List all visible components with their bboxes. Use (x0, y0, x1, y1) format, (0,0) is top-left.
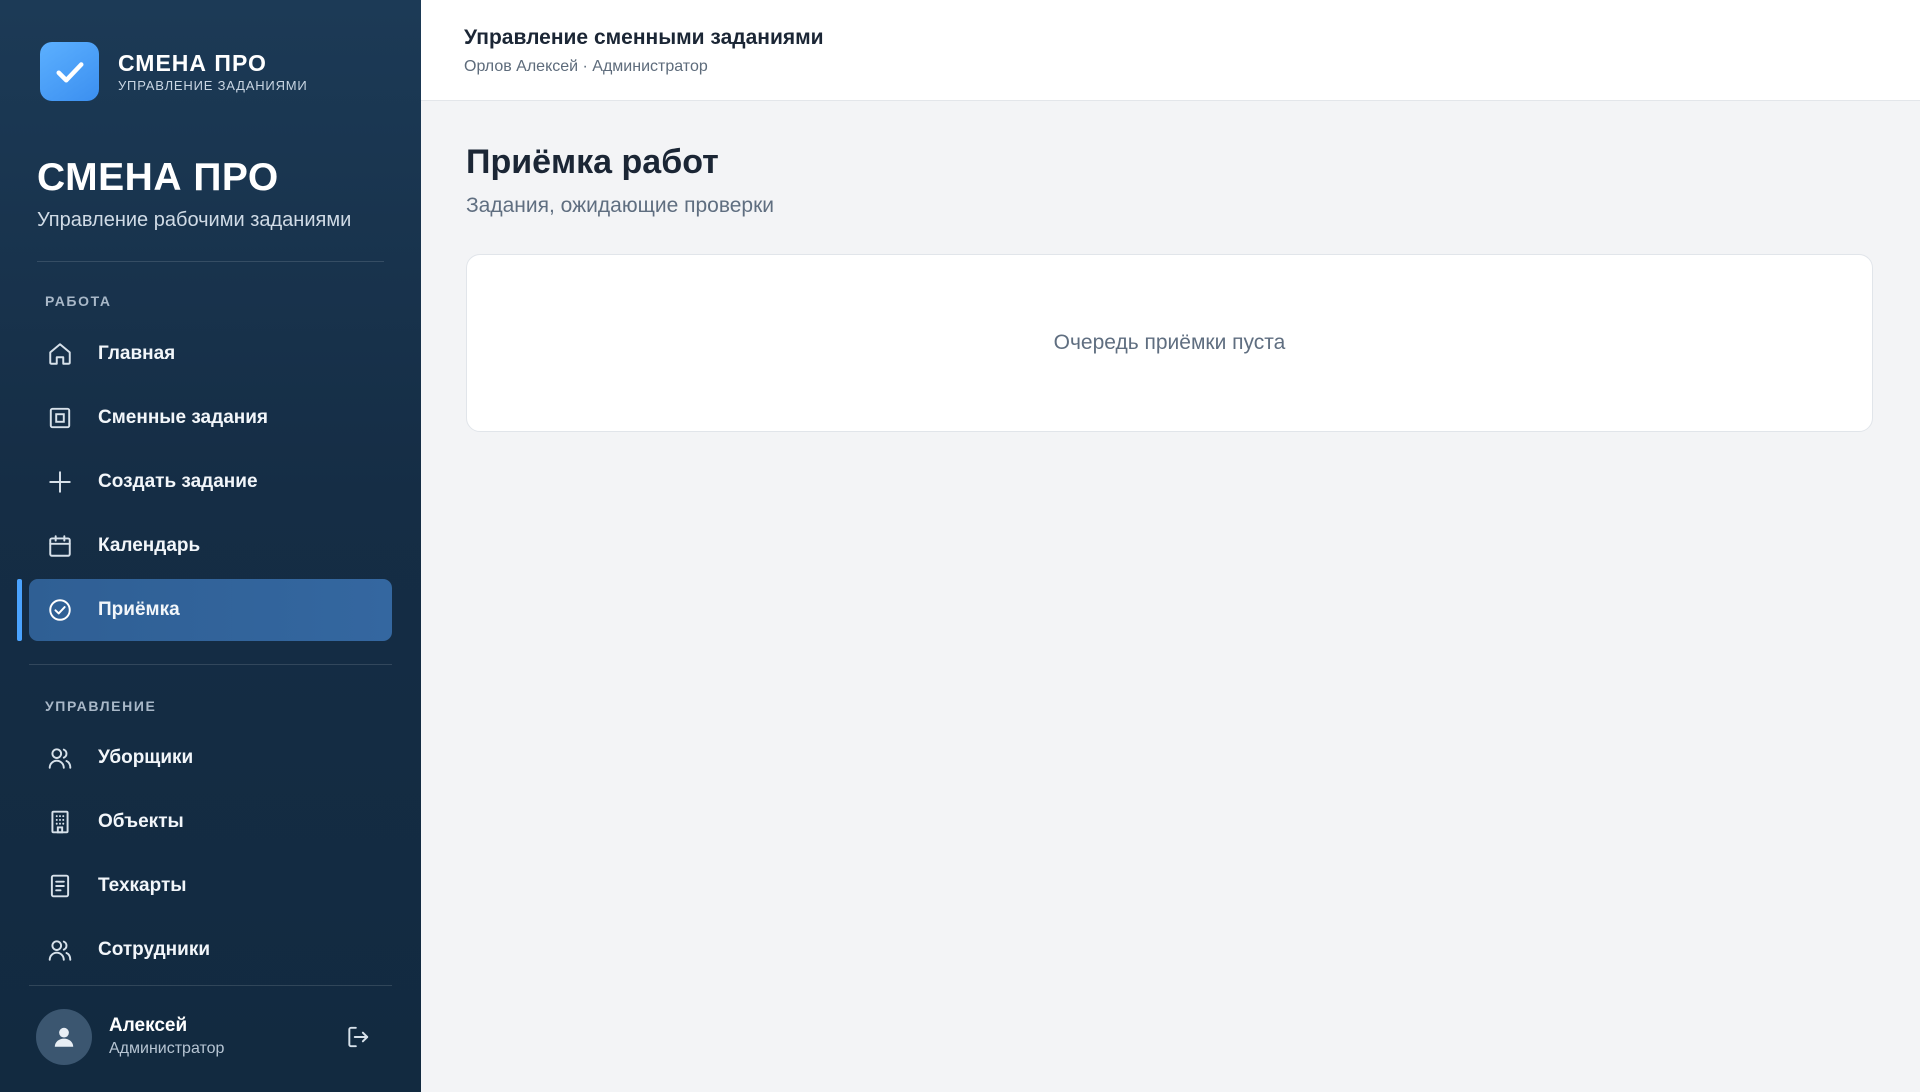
brand-text: СМЕНА ПРО УПРАВЛЕНИЕ ЗАДАНИЯМИ (118, 50, 308, 94)
sidebar-item-label: Техкарты (98, 875, 187, 896)
check-circle-icon (46, 596, 74, 624)
sidebar-item-cleaners[interactable]: Уборщики (29, 727, 392, 789)
page-title: Приёмка работ (466, 143, 719, 181)
avatar (36, 1009, 92, 1065)
users-icon (46, 936, 74, 964)
plus-icon (46, 468, 74, 496)
user-profile[interactable]: Алексей Администратор (36, 1009, 224, 1065)
topbar: Управление сменными заданиями Орлов Алек… (421, 0, 1920, 101)
sidebar-item-objects[interactable]: Объекты (29, 791, 392, 853)
sidebar-item-label: Уборщики (98, 747, 194, 768)
sidebar-divider (37, 261, 384, 262)
sidebar-item-label: Сотрудники (98, 939, 211, 960)
sidebar-subtitle: Управление рабочими заданиями (37, 209, 352, 231)
app-root: СМЕНА ПРО УПРАВЛЕНИЕ ЗАДАНИЯМИ СМЕНА ПРО… (0, 0, 1920, 1092)
header-title: Управление сменными заданиями (464, 26, 824, 49)
brand-tagline: УПРАВЛЕНИЕ ЗАДАНИЯМИ (118, 77, 308, 93)
sidebar-item-create-task[interactable]: Создать задание (29, 451, 392, 513)
calendar-icon (46, 532, 74, 560)
brand[interactable]: СМЕНА ПРО УПРАВЛЕНИЕ ЗАДАНИЯМИ (40, 42, 308, 101)
user-role: Администратор (109, 1040, 225, 1057)
sidebar-divider (29, 664, 392, 665)
sidebar-item-label: Календарь (98, 535, 201, 556)
section-label-work: РАБОТА (45, 293, 112, 309)
section-label-management: УПРАВЛЕНИЕ (45, 698, 157, 714)
checkmark-icon (40, 42, 99, 101)
sidebar-item-employees[interactable]: Сотрудники (29, 919, 392, 981)
sidebar-item-calendar[interactable]: Календарь (29, 515, 392, 577)
sidebar-title: СМЕНА ПРО (37, 156, 279, 199)
acceptance-queue-card: Очередь приёмки пуста (466, 254, 1873, 432)
header-subtitle: Орлов Алексей · Администратор (464, 58, 708, 75)
users-icon (46, 744, 74, 772)
user-name: Алексей (109, 1015, 188, 1036)
sidebar-divider (29, 985, 392, 986)
sidebar-item-home[interactable]: Главная (29, 323, 392, 385)
sidebar-item-acceptance[interactable]: Приёмка (29, 579, 392, 641)
logout-icon[interactable] (344, 1023, 372, 1051)
sidebar-item-tech-cards[interactable]: Техкарты (29, 855, 392, 917)
sidebar-item-label: Создать задание (98, 471, 258, 492)
building-icon (46, 808, 74, 836)
sidebar-item-label: Сменные задания (98, 407, 268, 428)
square-icon (46, 404, 74, 432)
home-icon (46, 340, 74, 368)
user-info: Алексей Администратор (109, 1014, 224, 1060)
sidebar-item-label: Главная (98, 343, 176, 364)
brand-name: СМЕНА ПРО (118, 49, 267, 76)
page-subtitle: Задания, ожидающие проверки (466, 194, 775, 217)
sidebar-item-shift-tasks[interactable]: Сменные задания (29, 387, 392, 449)
empty-state-message: Очередь приёмки пуста (1053, 331, 1286, 354)
sidebar: СМЕНА ПРО УПРАВЛЕНИЕ ЗАДАНИЯМИ СМЕНА ПРО… (0, 0, 421, 1092)
main-content: Управление сменными заданиями Орлов Алек… (421, 0, 1920, 1092)
active-indicator (17, 579, 22, 641)
person-icon (54, 1027, 74, 1047)
sidebar-item-label: Приёмка (98, 599, 180, 620)
sidebar-item-label: Объекты (98, 811, 184, 832)
document-icon (46, 872, 74, 900)
